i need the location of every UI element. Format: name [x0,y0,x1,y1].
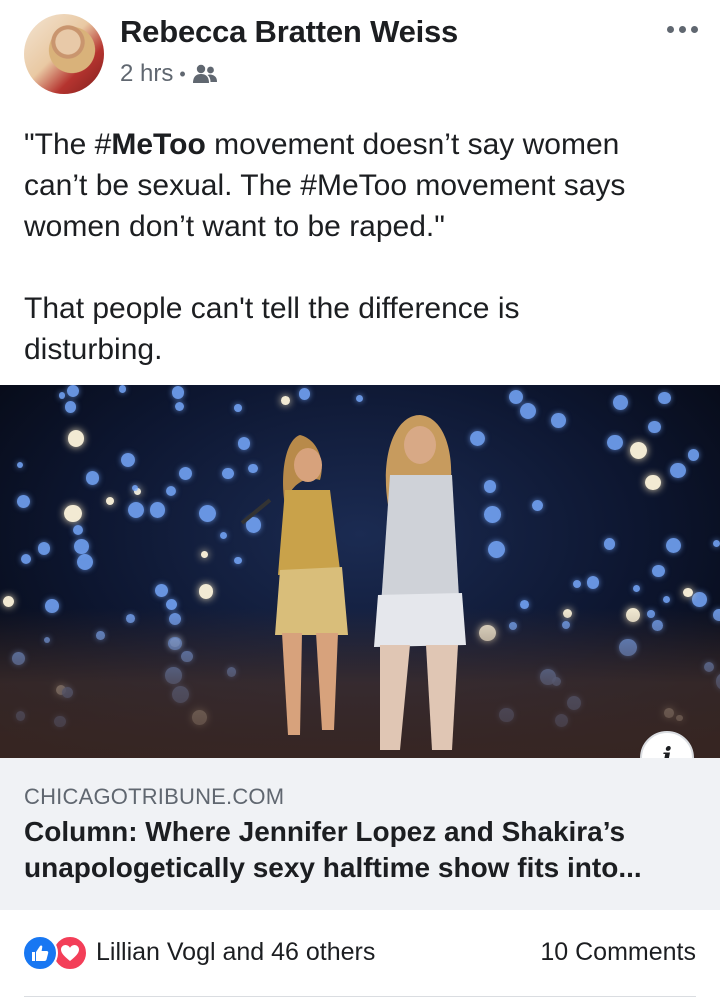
light-dot [612,394,628,410]
post-header: Rebecca Bratten Weiss 2 hrs • [0,0,720,110]
light-dot [652,564,665,578]
light-dot [16,462,23,469]
light-dot [58,392,66,399]
reactors-summary[interactable]: Lillian Vogl and 46 others [96,938,375,967]
post-text-line: women don’t want to be raped." [24,210,445,243]
light-dot [73,525,84,536]
light-dot [629,441,648,460]
more-options-button[interactable] [662,14,702,44]
light-dot [692,592,707,607]
performers-illustration [240,415,466,750]
light-dot [171,386,185,399]
light-dot [688,449,700,461]
light-dot [586,575,600,589]
light-dot [531,499,544,512]
light-dot [178,466,193,481]
post-text-segment: movement doesn’t say women [205,128,620,161]
post-text-line: disturbing. [24,333,163,366]
light-dot [573,579,582,588]
light-dot [131,485,138,492]
light-dot [37,542,51,555]
light-dot [657,391,671,405]
divider [24,996,696,997]
light-dot [77,553,94,571]
post-paragraph-2: That people can't tell the difference is… [24,288,704,370]
light-dot [118,385,127,393]
light-dot [198,584,214,599]
comments-count[interactable]: 10 Comments [540,938,696,967]
reaction-icons[interactable] [22,935,92,971]
light-dot [509,389,524,404]
post-paragraph-1: "The #MeToo movement doesn’t say women c… [24,124,704,247]
link-caption[interactable]: CHICAGOTRIBUNE.COM Column: Where Jennife… [0,758,720,910]
link-title-line: unapologetically sexy halftime show fits… [24,852,642,883]
friends-icon [192,64,217,83]
post-text-line: can’t be sexual. The #MeToo movement say… [24,169,626,202]
light-dot [645,474,661,491]
light-dot [74,539,90,554]
post-timestamp[interactable]: 2 hrs [120,60,173,88]
post-meta: 2 hrs • [120,60,218,88]
light-dot [683,587,693,598]
light-dot [648,420,661,434]
light-dot [165,485,177,496]
light-dot [665,537,681,553]
post-text-segment: "The # [24,128,112,161]
light-dot [219,532,227,540]
link-domain: CHICAGOTRIBUNE.COM [24,784,285,809]
post-text: "The #MeToo movement doesn’t say women c… [24,124,704,370]
light-dot [669,462,686,479]
light-dot [519,402,537,420]
light-dot [155,584,168,598]
more-horizontal-icon [666,25,674,33]
light-dot [603,538,615,550]
light-dot [64,401,77,413]
light-dot [175,402,185,412]
light-dot [2,595,15,608]
meta-separator: • [179,63,186,84]
light-dot [105,496,114,505]
link-title-line: Column: Where Jennifer Lopez and Shakira… [24,816,626,847]
light-dot [198,504,217,523]
more-dot [690,25,698,33]
post-text-line: That people can't tell the difference is [24,292,520,325]
light-dot [713,540,720,548]
light-dot [85,471,100,485]
light-dot [67,385,79,397]
link-preview-image[interactable] [0,385,720,758]
hashtag-metoo[interactable]: MeToo [111,128,205,161]
light-dot [128,502,145,518]
light-dot [17,495,30,508]
link-title[interactable]: Column: Where Jennifer Lopez and Shakira… [24,814,704,886]
light-dot [488,540,505,558]
light-dot [150,502,166,518]
light-dot [551,413,566,428]
light-dot [662,595,671,604]
engagement-bar: Lillian Vogl and 46 others 10 Comments [0,918,720,988]
light-dot [67,430,84,447]
light-dot [607,434,624,451]
more-dot [678,25,686,33]
like-icon [22,935,58,971]
author-avatar[interactable] [24,14,104,94]
light-dot [201,551,208,558]
light-dot [632,585,640,593]
light-dot [20,553,31,564]
author-name[interactable]: Rebecca Bratten Weiss [120,14,458,50]
light-dot [121,453,136,468]
light-dot [64,504,82,523]
